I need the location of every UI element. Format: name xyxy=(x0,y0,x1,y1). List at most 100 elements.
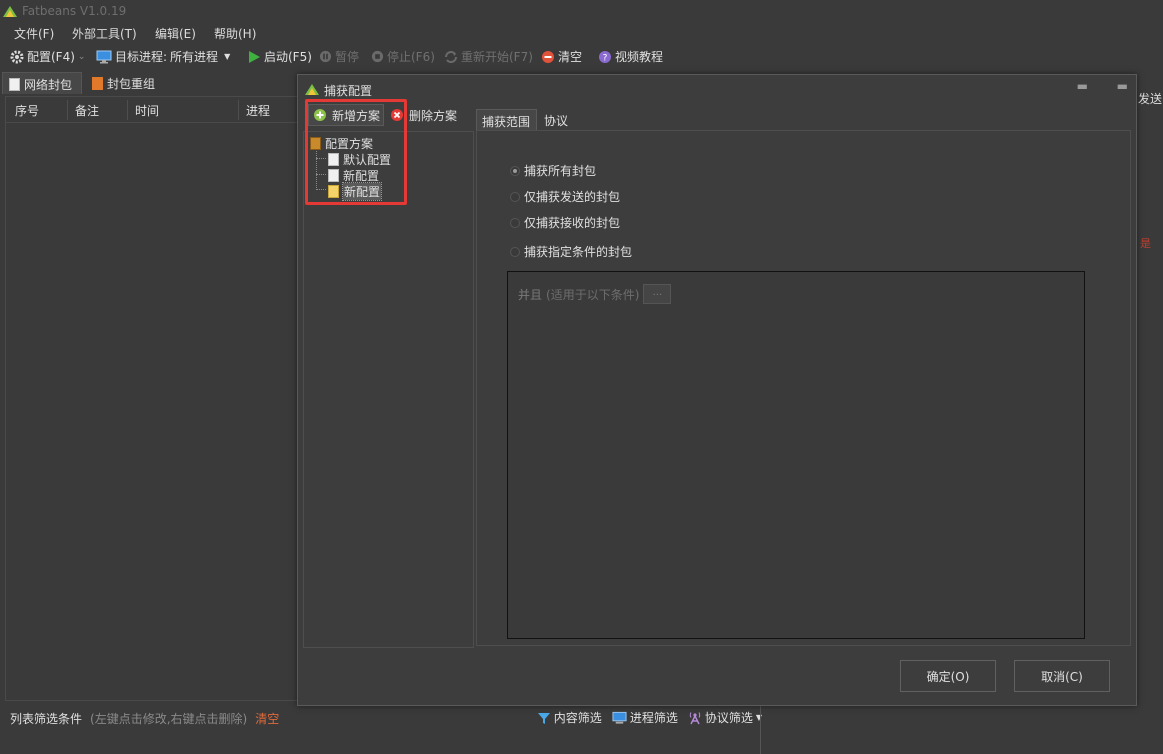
restart-button[interactable]: 重新开始(F7) xyxy=(444,48,533,65)
gear-icon xyxy=(10,50,24,63)
menu-bar: 文件(F) 外部工具(T) 编辑(E) 帮助(H) xyxy=(0,22,1163,44)
monitor-icon xyxy=(612,711,627,724)
column-divider[interactable] xyxy=(67,100,68,120)
filter-buttons: 内容筛选 进程筛选 协议筛选 ▼ xyxy=(537,709,762,726)
refresh-icon xyxy=(445,50,457,63)
funnel-icon xyxy=(537,712,550,724)
radio-label: 捕获指定条件的封包 xyxy=(524,245,633,259)
process-filter-button[interactable]: 进程筛选 xyxy=(612,709,678,726)
menu-file[interactable]: 文件(F) xyxy=(14,25,54,42)
stop-label: 停止(F6) xyxy=(387,50,435,64)
tab-network-packets-label: 网络封包 xyxy=(24,78,73,92)
filter-conditions-label: 列表筛选条件 xyxy=(10,712,83,726)
restart-label: 重新开始(F7) xyxy=(461,50,533,64)
radio-capture-all[interactable]: 捕获所有封包 xyxy=(510,162,596,179)
tab-protocol[interactable]: 协议 xyxy=(539,109,579,131)
stop-button[interactable]: 停止(F6) xyxy=(371,48,435,65)
panel-divider xyxy=(760,704,761,754)
help-icon: ? xyxy=(599,50,611,63)
app-title: Fatbeans V1.0.19 xyxy=(22,4,127,18)
radio-label: 仅捕获发送的封包 xyxy=(524,190,621,204)
play-icon xyxy=(249,50,260,63)
content-filter-label: 内容筛选 xyxy=(553,711,602,725)
stack-icon xyxy=(92,77,103,90)
content-filter-button[interactable]: 内容筛选 xyxy=(537,709,602,726)
condition-edit-button[interactable]: ... xyxy=(643,284,672,304)
config-button[interactable]: 配置(F4) ⌄ xyxy=(10,48,85,65)
pause-button[interactable]: 暂停 xyxy=(319,48,359,65)
start-label: 启动(F5) xyxy=(264,50,312,64)
chevron-down-icon: ⌄ xyxy=(77,51,86,62)
dropdown-arrow-icon: ▼ xyxy=(224,52,231,61)
column-divider[interactable] xyxy=(238,100,239,120)
highlight-box xyxy=(305,99,407,205)
tutorial-label: 视频教程 xyxy=(615,50,664,64)
svg-text:?: ? xyxy=(603,53,608,63)
minimize-icon[interactable]: ▬ xyxy=(1077,79,1088,93)
fatbeans-logo-icon xyxy=(305,84,319,95)
column-time[interactable]: 时间 xyxy=(135,102,159,119)
protocol-filter-button[interactable]: 协议筛选 ▼ xyxy=(688,709,762,726)
pause-icon xyxy=(319,50,332,63)
capture-config-dialog: 捕获配置 ▬ ▬ 新增方案 删除方案 配置方案 默认配置 新配置 新配置 捕获范… xyxy=(297,74,1137,706)
clear-filters-link[interactable]: 清空 xyxy=(255,710,279,727)
stop-icon xyxy=(371,50,384,63)
toolbar: 配置(F4) ⌄ 目标进程: 所有进程 ▼ 启动(F5) 暂停 停止(F6) 重… xyxy=(0,44,1163,70)
ok-button[interactable]: 确定(O) xyxy=(900,660,996,692)
column-process[interactable]: 进程 xyxy=(246,102,270,119)
tab-packet-reassembly[interactable]: 封包重组 xyxy=(86,72,166,94)
cancel-button[interactable]: 取消(C) xyxy=(1014,660,1110,692)
config-label: 配置(F4) xyxy=(27,50,75,64)
dialog-title: 捕获配置 xyxy=(324,84,373,98)
radio-capture-conditional[interactable]: 捕获指定条件的封包 xyxy=(510,243,632,260)
scheme-tree: 配置方案 默认配置 新配置 新配置 xyxy=(303,131,474,648)
target-label: 目标进程: xyxy=(115,50,168,64)
column-index[interactable]: 序号 xyxy=(15,102,39,119)
target-process-dropdown[interactable]: 目标进程: 所有进程 ▼ xyxy=(96,48,230,65)
status-bar: 列表筛选条件 (左键点击修改,右键点击删除) 清空 内容筛选 进程筛选 协议筛选… xyxy=(0,704,762,730)
tab-packet-reassembly-label: 封包重组 xyxy=(107,77,156,91)
filter-hint: (左键点击修改,右键点击删除) xyxy=(90,712,248,726)
protocol-filter-label: 协议筛选 xyxy=(704,711,753,725)
capture-scope-panel: 捕获所有封包 仅捕获发送的封包 仅捕获接收的封包 捕获指定条件的封包 并且 (适… xyxy=(476,130,1131,646)
filter-conditions: 列表筛选条件 (左键点击修改,右键点击删除) 清空 xyxy=(10,710,279,727)
column-note[interactable]: 备注 xyxy=(75,102,99,119)
radio-indicator xyxy=(510,165,520,176)
side-mark: 是 xyxy=(1140,237,1151,250)
close-icon[interactable]: ▬ xyxy=(1117,79,1128,93)
column-divider[interactable] xyxy=(127,100,128,120)
menu-edit[interactable]: 编辑(E) xyxy=(155,25,196,42)
menu-external-tools[interactable]: 外部工具(T) xyxy=(72,25,137,42)
radio-label: 仅捕获接收的封包 xyxy=(524,216,621,230)
condition-row: 并且 (适用于以下条件) ... xyxy=(518,284,672,304)
minus-circle-icon xyxy=(542,50,554,63)
radio-capture-sent[interactable]: 仅捕获发送的封包 xyxy=(510,188,620,205)
process-filter-label: 进程筛选 xyxy=(629,711,678,725)
menu-help[interactable]: 帮助(H) xyxy=(214,25,256,42)
packet-list: 序号 备注 时间 进程 xyxy=(5,96,305,701)
condition-hint: (适用于以下条件) xyxy=(546,287,640,302)
radio-label: 捕获所有封包 xyxy=(524,164,597,178)
tab-capture-scope[interactable]: 捕获范围 xyxy=(476,109,537,131)
clear-button[interactable]: 清空 xyxy=(541,48,582,65)
send-column-label: 发送 xyxy=(1138,92,1163,106)
tab-network-packets[interactable]: 网络封包 xyxy=(2,72,82,94)
target-value: 所有进程 xyxy=(170,50,219,64)
clear-label: 清空 xyxy=(558,50,583,64)
condition-editor: 并且 (适用于以下条件) ... xyxy=(507,271,1085,639)
dropdown-arrow-icon: ▼ xyxy=(755,713,762,722)
antenna-icon xyxy=(689,711,700,724)
start-button[interactable]: 启动(F5) xyxy=(247,48,312,65)
radio-indicator xyxy=(510,246,520,257)
packet-list-header: 序号 备注 时间 进程 xyxy=(6,97,304,123)
video-tutorial-button[interactable]: ? 视频教程 xyxy=(598,48,663,65)
pause-label: 暂停 xyxy=(335,50,360,64)
monitor-icon xyxy=(96,50,112,63)
fatbeans-logo-icon xyxy=(3,6,17,17)
radio-indicator xyxy=(510,191,520,202)
radio-capture-received[interactable]: 仅捕获接收的封包 xyxy=(510,214,620,231)
condition-operator: 并且 xyxy=(518,287,543,302)
delete-scheme-label: 删除方案 xyxy=(409,108,458,123)
radio-indicator xyxy=(510,217,520,228)
document-icon xyxy=(9,78,20,91)
